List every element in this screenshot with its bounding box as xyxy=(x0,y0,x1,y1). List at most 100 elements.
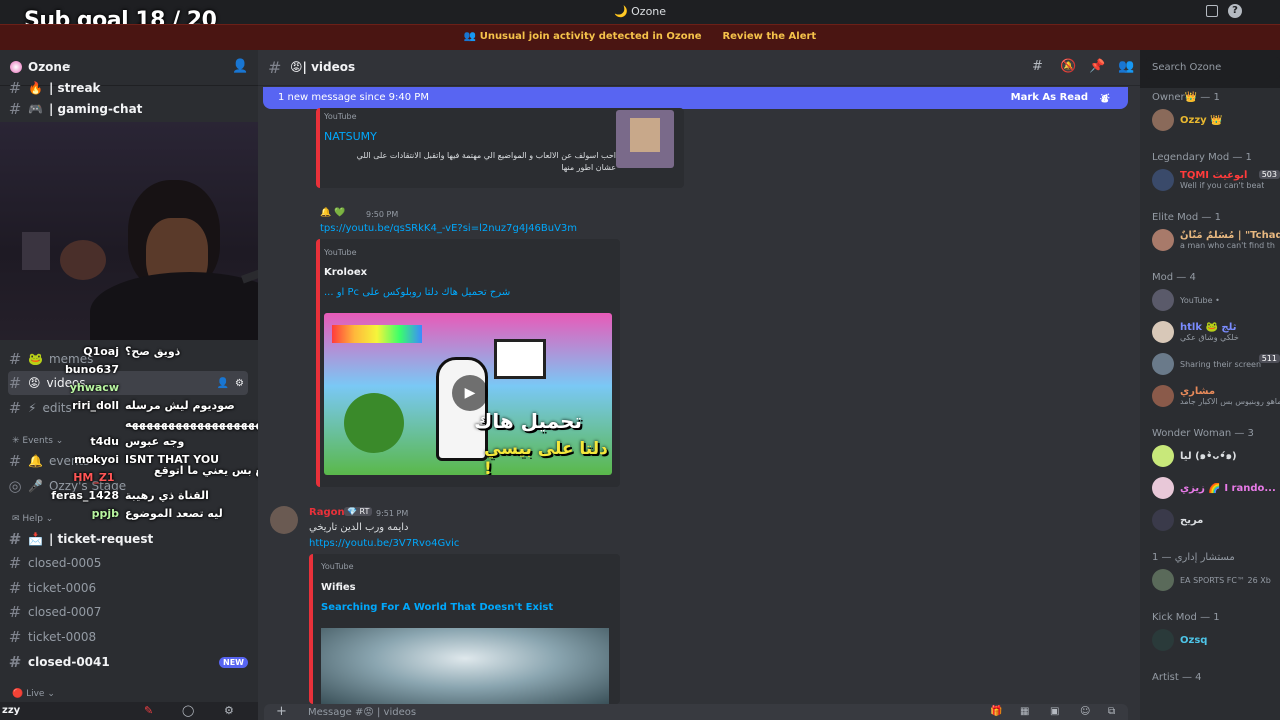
computer-icon xyxy=(494,339,546,379)
channel-item-ticket-0008[interactable]: # ticket-0008 xyxy=(8,625,248,649)
stream-chat-user: riri_doll xyxy=(72,398,119,412)
channel-item-gaming-chat[interactable]: # 🎮 | gaming-chat xyxy=(8,97,248,121)
stream-chat-user: ppjb xyxy=(91,506,119,520)
role-header: مستشار إداري — 1 xyxy=(1152,552,1235,563)
threads-icon[interactable]: # xyxy=(1032,59,1043,74)
mail-icon: 📩 xyxy=(28,532,43,546)
role-badge: 💎 RT xyxy=(344,507,373,516)
notifications-icon[interactable]: 🔕 xyxy=(1060,59,1076,74)
mark-as-read-button[interactable]: Mark As Read xyxy=(1011,92,1088,103)
channel-item-closed-0041[interactable]: # closed-0041 NEW xyxy=(8,650,248,674)
member-name: ليا (๑•̀ᴗ•́๑) xyxy=(1180,450,1237,462)
message-emojis: 🔔 💚 xyxy=(320,208,346,218)
embed-title-link[interactable]: NATSUMY xyxy=(324,130,377,143)
stream-chat-message: صوديوم ليش مرسله xyxy=(125,398,235,412)
member-item[interactable]: YouTube • xyxy=(1152,286,1280,314)
channel-item-ticket-request[interactable]: # 📩 | ticket-request xyxy=(8,527,248,551)
chevron-down-icon: ⌄ xyxy=(64,59,73,70)
member-info: Ozsq xyxy=(1180,635,1207,646)
member-item[interactable]: htlk 🐸 ثلج خلكي وشاق عكي xyxy=(1152,318,1280,346)
message-link[interactable]: https://youtu.be/3V7Rvo4Gvic xyxy=(309,538,459,549)
channel-item-closed-0007[interactable]: # closed-0007 xyxy=(8,600,248,624)
member-item[interactable]: Ozsq xyxy=(1152,626,1280,654)
user-avatar[interactable] xyxy=(270,506,298,534)
add-attachment-icon[interactable]: + xyxy=(276,704,287,719)
add-member-icon[interactable]: 👤 xyxy=(232,59,248,74)
member-item[interactable]: مشاري لا ماهو روبنيوس بس الاكبار جامد xyxy=(1152,382,1280,410)
avatar xyxy=(1152,169,1174,191)
message-text: دايمه ورب الدين تاريخي xyxy=(309,522,409,533)
member-name: مُسَلِّمٌ مَنَّانٌ | "Tchad" G. xyxy=(1180,230,1280,241)
member-tag: 503 xyxy=(1258,170,1280,179)
search-input[interactable]: Search Ozone xyxy=(1146,57,1280,79)
youtube-embed: YouTube NATSUMY احب اسولف عن الالعاب و ا… xyxy=(316,108,684,188)
role-header: Elite Mod — 1 xyxy=(1152,212,1221,223)
member-name: مشاري xyxy=(1180,386,1216,397)
member-info: EA SPORTS FC™ 26 Xb xyxy=(1180,576,1271,585)
play-icon[interactable]: ▶ xyxy=(452,375,488,411)
message-composer[interactable]: + Message #😡 | videos 🎁 ▦ ▣ ☺ ⧉ xyxy=(264,704,1128,720)
embed-author: Kroloex xyxy=(324,267,368,278)
member-item[interactable]: مُسَلِّمٌ مَنَّانٌ | "Tchad" G.a man who… xyxy=(1152,226,1280,254)
message-author[interactable]: Ragon xyxy=(309,507,345,518)
avatar xyxy=(1152,289,1174,311)
member-name: TQMI أبوغيث xyxy=(1180,170,1248,181)
member-status: YouTube • xyxy=(1180,295,1220,305)
message-link[interactable]: tps://youtu.be/qsSRkK4_-vE?si=l2nuz7g4J4… xyxy=(320,223,577,234)
emoji-icon[interactable]: ☺ xyxy=(1080,706,1090,717)
gif-icon[interactable]: ▦ xyxy=(1020,706,1029,717)
member-item[interactable]: مريح xyxy=(1152,506,1280,534)
server-icon-small: 🌙 xyxy=(613,5,632,18)
apps-icon[interactable]: ⧉ xyxy=(1108,706,1115,717)
hash-icon: # xyxy=(8,579,22,597)
channel-item-closed-0005[interactable]: # closed-0005 xyxy=(8,551,248,575)
mute-icon[interactable]: ✎ xyxy=(144,704,153,717)
avatar xyxy=(1152,477,1174,499)
hash-icon: # xyxy=(8,100,22,118)
member-info: htlk 🐸 ثلج خلكي وشاق عكي xyxy=(1180,322,1239,342)
stream-chat-user: mokyoi xyxy=(74,452,119,466)
sticker-icon[interactable]: ▣ xyxy=(1050,706,1059,717)
member-item[interactable]: زيزي 🌈 I rando... xyxy=(1152,474,1280,502)
video-thumbnail[interactable]: ▶ تحميل هاك دلتا على بيسي ! xyxy=(324,313,612,475)
member-name: زيزي 🌈 I rando... xyxy=(1180,482,1276,494)
hash-icon: # xyxy=(8,530,22,548)
member-item[interactable]: ليا (๑•̀ᴗ•́๑) xyxy=(1152,442,1280,470)
member-item[interactable]: 503 TQMI أبوغيث Well if you can't beat xyxy=(1152,166,1280,194)
embed-title-link[interactable]: شرح تحميل هاك دلتا روبلوكس على Pc او ... xyxy=(324,287,510,298)
member-item[interactable]: 511 Sharing their screen xyxy=(1152,350,1280,378)
settings-gear-icon[interactable]: ⚙ xyxy=(224,704,234,717)
members-icon[interactable]: 👥 xyxy=(1118,59,1134,74)
role-header: Wonder Woman — 3 xyxy=(1152,428,1254,439)
inbox-icon[interactable] xyxy=(1206,5,1218,17)
pin-icon[interactable]: 📌 xyxy=(1089,59,1105,74)
message-input[interactable]: Message #😡 | videos xyxy=(308,707,416,718)
channel-title: 😡| videos xyxy=(290,60,356,74)
help-icon[interactable]: ? xyxy=(1228,4,1242,18)
embed-title-link[interactable]: Searching For A World That Doesn't Exist xyxy=(321,602,553,613)
message-time: 9:50 PM xyxy=(366,210,399,219)
member-item[interactable]: Ozzy 👑 xyxy=(1152,106,1280,134)
stream-chat-user: t4du xyxy=(90,434,119,448)
channel-item-ticket-0006[interactable]: # ticket-0006 xyxy=(8,576,248,600)
member-info: YouTube • xyxy=(1180,296,1220,305)
avatar xyxy=(1152,321,1174,343)
hash-icon: # xyxy=(268,58,282,77)
avatar-figure xyxy=(630,118,660,152)
avatar xyxy=(1152,229,1174,251)
member-name: Ozzy 👑 xyxy=(1180,114,1223,126)
member-status: EA SPORTS FC™ 26 Xb xyxy=(1180,575,1271,585)
member-status: a man who can't find th xyxy=(1180,241,1275,250)
stream-chat-message: وجه عبوس xyxy=(125,434,185,448)
shelf-item xyxy=(22,232,50,270)
new-messages-bar[interactable]: 1 new message since 9:40 PM Mark As Read… xyxy=(263,87,1128,109)
gift-icon[interactable]: 🎁 xyxy=(990,706,1002,717)
member-info: ليا (๑•̀ᴗ•́๑) xyxy=(1180,449,1237,464)
member-item[interactable]: EA SPORTS FC™ 26 Xb xyxy=(1152,566,1280,594)
review-alert-link[interactable]: Review the Alert xyxy=(722,31,816,42)
member-status: لا ماهو روبنيوس بس الاكبار جامد xyxy=(1180,397,1280,406)
headset-icon[interactable]: ◯ xyxy=(182,704,194,717)
video-thumbnail[interactable] xyxy=(321,628,609,704)
category-live[interactable]: 🔴 Live ⌄ xyxy=(12,689,55,699)
avatar xyxy=(1152,353,1174,375)
